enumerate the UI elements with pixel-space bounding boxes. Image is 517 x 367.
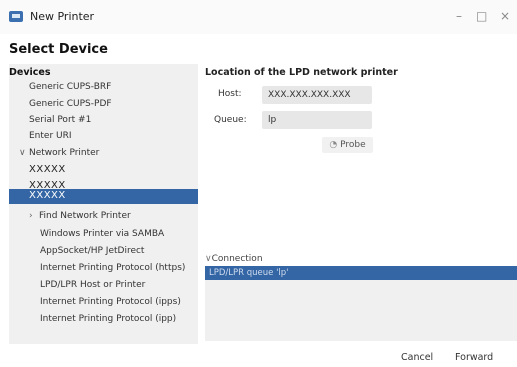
queue-label: Queue: [214,115,247,125]
device-item-enter-uri[interactable]: Enter URI [29,130,72,142]
probe-label: Probe [340,140,366,150]
forward-button[interactable]: Forward [455,352,493,364]
queue-field[interactable]: lp [262,111,372,129]
device-item-cups-pdf[interactable]: Generic CUPS-PDF [29,98,112,110]
printer-icon [9,11,23,22]
network-host-item[interactable]: XXXXX [29,164,66,176]
title-bar: New Printer – □ × [0,0,517,34]
cancel-button[interactable]: Cancel [401,352,433,364]
devices-header: Devices [9,67,51,78]
maximize-button[interactable]: □ [476,8,487,24]
network-printer-label: Network Printer [29,148,100,158]
find-network-printer-item[interactable]: › Find Network Printer [29,210,131,222]
page-title: Select Device [9,42,108,57]
connection-label: Connection [211,254,263,264]
chevron-down-icon: ∨ [19,148,26,158]
protocol-item-ipp[interactable]: Internet Printing Protocol (ipp) [40,313,176,325]
chevron-down-icon: ∨ [205,254,212,264]
device-item-serial-port[interactable]: Serial Port #1 [29,114,91,126]
protocol-item-ipps[interactable]: Internet Printing Protocol (ipps) [40,296,181,308]
window-title: New Printer [30,10,95,23]
selected-host-label: XXXXX [29,190,66,201]
probe-button[interactable]: ◔ Probe [322,137,373,153]
device-item-cups-brf[interactable]: Generic CUPS-BRF [29,81,111,93]
minimize-button[interactable]: – [456,8,462,24]
protocol-item-ipp-https[interactable]: Internet Printing Protocol (https) [40,262,185,274]
probe-icon: ◔ [329,140,338,150]
host-field[interactable]: XXX.XXX.XXX.XXX [262,86,372,104]
device-item-network-printer[interactable]: ∨ Network Printer [19,147,99,159]
protocol-item-samba[interactable]: Windows Printer via SAMBA [40,228,164,240]
connection-row-label: LPD/LPR queue 'lp' [209,268,289,278]
host-label: Host: [218,89,242,99]
protocol-item-lpd-lpr[interactable]: LPD/LPR Host or Printer [40,279,145,291]
find-network-printer-label: Find Network Printer [39,211,131,221]
protocol-item-appsocket[interactable]: AppSocket/HP JetDirect [40,245,144,257]
close-button[interactable]: × [500,8,510,24]
chevron-right-icon: › [29,211,33,221]
connection-expander[interactable]: ∨Connection [205,254,263,264]
location-title: Location of the LPD network printer [205,67,398,78]
